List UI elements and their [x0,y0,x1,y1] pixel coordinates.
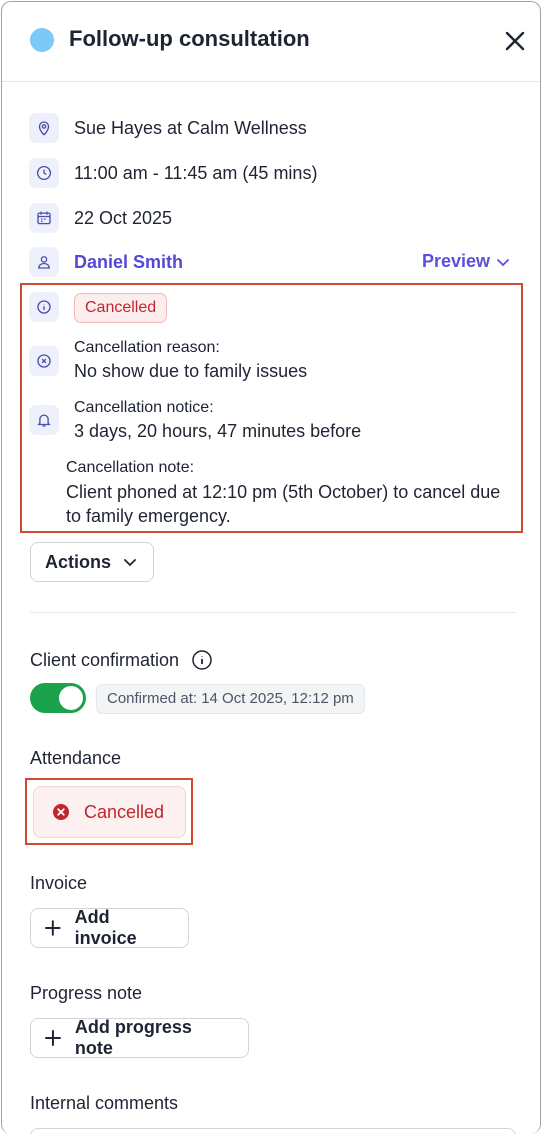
progress-note-label: Progress note [30,983,143,1003]
time-text: 11:00 am - 11:45 am (45 mins) [74,163,318,183]
cancellation-reason-label: Cancellation reason: [74,339,220,356]
cancellation-note-label: Cancellation note: [66,459,195,476]
attendance-label: Attendance [30,748,122,768]
cancellation-note-value: Client phoned at 12:10 pm (5th October) … [66,482,501,526]
close-icon [505,31,525,51]
add-invoice-label: Add invoice [74,907,137,948]
client-confirmation-label: Client confirmation [30,649,180,670]
time-icon-box [29,158,59,188]
attendance-status-button[interactable]: Cancelled [33,786,186,838]
cancellation-notice-label: Cancellation notice: [74,399,214,416]
plus-icon [45,1030,61,1046]
date-icon-box [29,203,59,233]
x-circle-icon [37,354,51,368]
date-text: 22 Oct 2025 [74,208,173,228]
client-name-link[interactable]: Daniel Smith [74,252,183,273]
status-icon-box [29,292,59,322]
add-invoice-button[interactable]: Add invoice [30,907,189,948]
info-icon [37,300,51,314]
internal-comments-label: Internal comments [30,1093,179,1113]
clock-icon [36,165,52,181]
client-confirmation-heading: Client confirmation [30,649,213,671]
cancellation-reason-value: No show due to family issues [74,361,308,381]
section-divider [30,612,516,613]
appointment-color-dot [30,28,54,52]
location-text: Sue Hayes at Calm Wellness [74,118,307,138]
cancelled-status-badge: Cancelled [74,293,168,323]
chevron-down-icon [124,559,136,567]
appointment-panel: Follow-up consultation Sue Hayes at Calm… [1,1,541,1134]
internal-comments-input[interactable] [30,1128,516,1134]
chevron-down-icon [497,258,509,266]
location-icon-box [29,113,59,143]
notice-icon-box [29,405,59,435]
preview-label: Preview [422,251,491,271]
cancellation-notice-value: 3 days, 20 hours, 47 minutes before [74,421,362,441]
reason-icon-box [29,346,59,376]
actions-label: Actions [45,551,112,572]
confirmed-at-chip: Confirmed at: 14 Oct 2025, 12:12 pm [96,684,365,714]
client-confirmation-toggle[interactable] [30,683,86,713]
user-icon [38,256,50,269]
preview-dropdown[interactable]: Preview [422,251,510,272]
attendance-status-label: Cancelled [84,801,165,822]
close-button[interactable] [500,26,530,56]
x-circle-filled-icon [53,804,69,820]
panel-header: Follow-up consultation [2,2,540,82]
map-pin-icon [38,121,50,136]
client-icon-box [29,247,59,277]
invoice-label: Invoice [30,873,88,893]
add-progress-note-button[interactable]: Add progress note [30,1017,249,1058]
actions-button[interactable]: Actions [30,542,154,582]
add-progress-note-label: Add progress note [74,1017,192,1058]
appointment-title: Follow-up consultation [69,26,310,51]
info-icon[interactable] [191,649,213,671]
calendar-icon [37,211,51,225]
bell-icon [37,414,51,427]
toggle-knob [59,686,83,710]
plus-icon [45,920,61,936]
